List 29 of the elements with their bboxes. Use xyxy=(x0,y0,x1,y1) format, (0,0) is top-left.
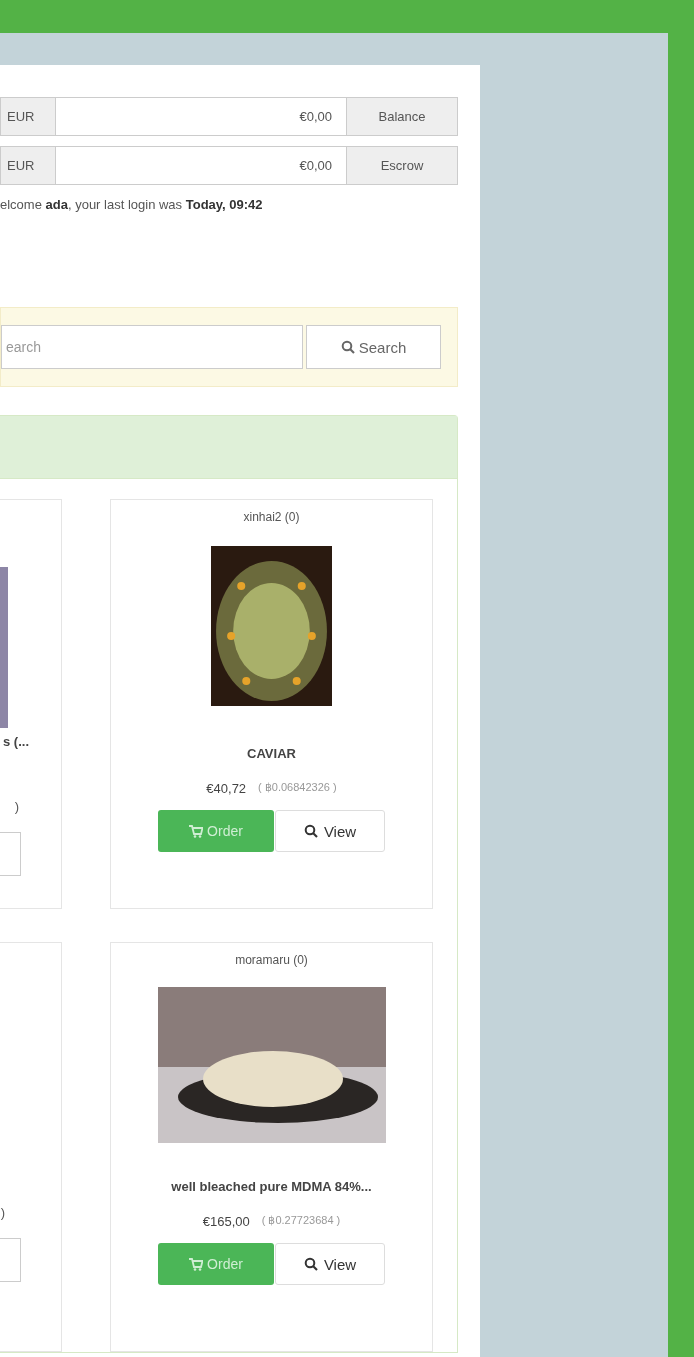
btc-price: ( ฿0.06842326 ) xyxy=(258,781,337,795)
wallet-addon: Balance xyxy=(347,97,458,136)
product-title: well bleached pure MDMA 84%... xyxy=(171,1179,372,1194)
wallet-addon: Escrow xyxy=(347,146,458,185)
cart-icon xyxy=(189,1257,204,1271)
currency-addon: EUR xyxy=(0,146,56,185)
search-button[interactable]: Search xyxy=(306,325,441,369)
currency-addon: EUR xyxy=(0,97,56,136)
vendor-name: xinhai2 (0) xyxy=(243,510,300,524)
price-text: ) xyxy=(14,799,19,814)
view-button[interactable] xyxy=(0,1238,21,1282)
view-button[interactable] xyxy=(0,832,21,876)
welcome-text: elcome ada, your last login was Today, 09:42 xyxy=(0,197,264,214)
price-text: ) xyxy=(0,1205,5,1220)
amount-field: €0,00 xyxy=(56,97,347,136)
view-button[interactable]: View xyxy=(275,810,385,852)
vendor-name: moramaru (0) xyxy=(235,953,308,967)
amount-field: €0,00 xyxy=(56,146,347,185)
search-icon xyxy=(303,1257,318,1271)
search-icon xyxy=(303,824,318,838)
product-title: CAVIAR xyxy=(247,746,296,761)
view-button[interactable]: View xyxy=(275,1243,385,1285)
search-field[interactable]: earch xyxy=(1,325,303,369)
search-icon xyxy=(340,340,355,354)
price-text: €40,72 xyxy=(206,781,247,796)
price-text: €165,00 xyxy=(202,1214,250,1229)
product-title: s (... xyxy=(3,734,29,749)
cart-icon xyxy=(189,824,204,838)
btc-price: ( ฿0.27723684 ) xyxy=(261,1214,341,1228)
